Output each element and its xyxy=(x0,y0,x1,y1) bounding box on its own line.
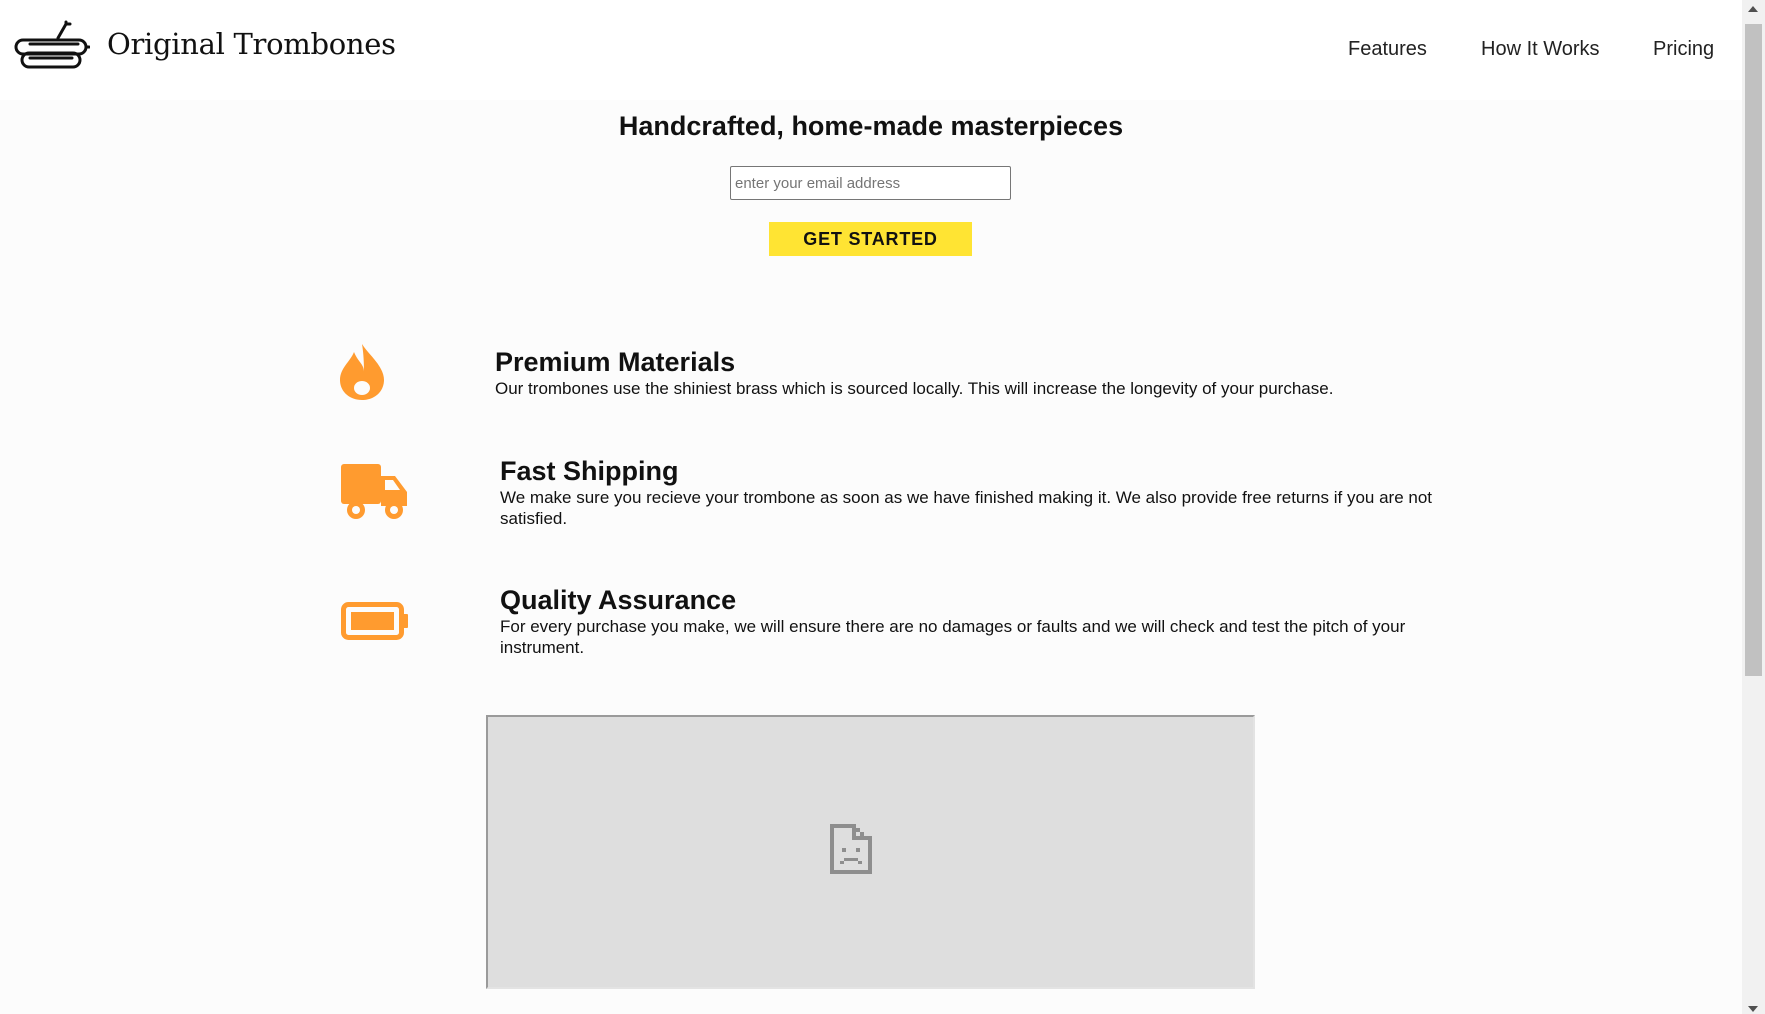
flame-icon xyxy=(340,344,384,400)
site-header: Original Trombones Features How It Works… xyxy=(0,0,1742,100)
brand-name[interactable]: Original Trombones xyxy=(107,30,396,59)
scrollbar-thumb[interactable] xyxy=(1745,24,1762,676)
scroll-down-arrow-icon[interactable] xyxy=(1748,1006,1758,1012)
email-input[interactable] xyxy=(730,166,1011,200)
feature-title: Premium Materials xyxy=(495,347,736,377)
feature-title: Fast Shipping xyxy=(500,456,679,486)
vertical-scrollbar[interactable] xyxy=(1742,0,1765,1014)
scroll-up-arrow-icon[interactable] xyxy=(1748,6,1758,12)
hero-title: Handcrafted, home-made masterpieces xyxy=(618,111,1124,141)
nav-link-how-it-works[interactable]: How It Works xyxy=(1481,39,1600,59)
feature-description: For every purchase you make, we will ens… xyxy=(500,617,1406,657)
feature-description: Our trombones use the shiniest brass whi… xyxy=(495,379,1334,398)
nav-link-features[interactable]: Features xyxy=(1348,39,1427,59)
trombone-icon[interactable] xyxy=(12,20,90,74)
broken-file-icon xyxy=(830,824,872,874)
feature-title: Quality Assurance xyxy=(500,585,737,615)
get-started-button[interactable]: GET STARTED xyxy=(769,222,972,256)
feature-description: We make sure you recieve your trombone a… xyxy=(500,488,1433,528)
truck-icon xyxy=(341,464,407,519)
video-embed[interactable] xyxy=(486,715,1255,989)
battery-icon xyxy=(341,602,408,640)
nav-link-pricing[interactable]: Pricing xyxy=(1653,39,1714,59)
